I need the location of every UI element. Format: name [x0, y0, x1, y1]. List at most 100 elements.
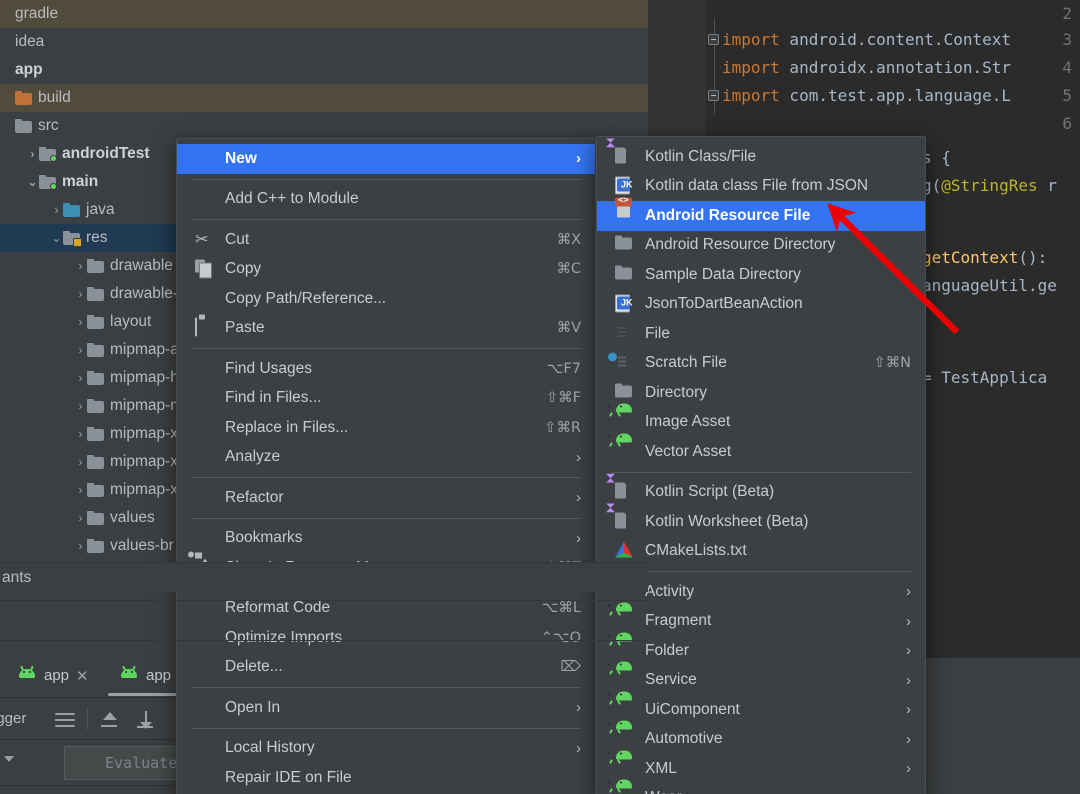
menu-item-replace-in-files[interactable]: Replace in Files... ⇧⌘R	[177, 413, 595, 443]
menu-item-copy[interactable]: Copy ⌘C	[177, 255, 595, 285]
context-menu[interactable]: New › Add C++ to Module ✂ Cut ⌘X Copy ⌘C Copy Pa…	[176, 138, 596, 794]
menu-item-analyze[interactable]: Analyze ›	[177, 443, 595, 473]
menu-item-fragment[interactable]: Fragment ›	[597, 604, 925, 637]
chevron-right-icon: ›	[576, 489, 581, 507]
tree-row[interactable]: idea	[0, 28, 648, 56]
android-icon	[608, 781, 634, 794]
menu-item-repair-ide-on-file[interactable]: Repair IDE on File	[177, 763, 595, 793]
menu-item-label: Kotlin Class/File	[645, 147, 757, 165]
chevron-right-icon[interactable]: ›	[26, 147, 39, 161]
menu-item-uicomponent[interactable]: UiComponent ›	[597, 693, 925, 725]
menu-item-open-in[interactable]: Open In ›	[177, 693, 595, 723]
menu-item-wear[interactable]: Wear›	[597, 781, 925, 794]
folder-icon	[15, 91, 32, 105]
menu-separator	[191, 517, 581, 519]
step-into-icon[interactable]	[133, 708, 159, 730]
menu-item-xml[interactable]: XML ›	[597, 752, 925, 784]
ide-window: gradle idea app build src › androidTest ⌄ main › j…	[0, 0, 1080, 794]
menu-item-android-resource-file[interactable]: <> Android Resource File	[597, 195, 925, 231]
menu-item-refactor[interactable]: Refactor ›	[177, 483, 595, 513]
menu-item-kotlin-script-beta[interactable]: Kotlin Script (Beta)	[597, 478, 925, 508]
chevron-right-icon[interactable]: ›	[74, 427, 87, 441]
menu-item-find-in-files[interactable]: Find in Files... ⇧⌘F	[177, 384, 595, 414]
menu-item-image-asset[interactable]: Image Asset	[597, 405, 925, 438]
code-line[interactable]: import android.content.Context	[722, 30, 1011, 49]
menu-item-label: Copy Path/Reference...	[225, 289, 387, 307]
new-submenu[interactable]: Kotlin Class/File JK Kotlin data class Fil…	[596, 136, 926, 794]
run-tab-app-2[interactable]: app	[107, 665, 184, 696]
menu-item-label: Vector Asset	[645, 442, 732, 460]
menu-item-label: File	[645, 324, 670, 342]
menu-item-directory[interactable]: Directory	[597, 378, 925, 408]
tree-row[interactable]: app	[0, 56, 648, 84]
folder-icon	[615, 383, 634, 402]
tree-row-label: main	[62, 173, 99, 190]
menu-item-cut[interactable]: ✂ Cut ⌘X	[177, 225, 595, 255]
code-line[interactable]: import androidx.annotation.Str	[722, 58, 1011, 77]
android-icon	[18, 665, 37, 685]
menu-item-bookmarks[interactable]: Bookmarks ›	[177, 524, 595, 554]
menu-item-vector-asset[interactable]: Vector Asset	[597, 435, 925, 467]
run-tab-app-1[interactable]: app ✕	[18, 665, 89, 685]
chevron-right-icon[interactable]: ›	[74, 315, 87, 329]
code-line[interactable]: import com.test.app.language.L	[722, 86, 1011, 105]
menu-item-shortcut: ⇧⌘N	[873, 355, 912, 372]
menu-item-delete[interactable]: Delete... ⌦	[177, 653, 595, 683]
menu-item-optimize-imports[interactable]: Optimize Imports ⌃⌥O	[177, 623, 595, 653]
menu-separator	[191, 348, 581, 349]
menu-item-service[interactable]: Service ›	[597, 663, 925, 696]
menu-item-scratch-file[interactable]: Scratch File ⇧⌘N	[597, 349, 925, 379]
chevron-right-icon[interactable]: ›	[74, 371, 87, 385]
tree-row[interactable]: build	[0, 84, 648, 112]
menu-item-sample-data-directory[interactable]: Sample Data Directory	[597, 260, 925, 290]
chevron-down-icon[interactable]: ⌄	[50, 231, 63, 245]
chevron-right-icon[interactable]: ›	[50, 203, 63, 217]
code-fold-icon[interactable]	[708, 34, 719, 45]
chevron-right-icon: ›	[906, 671, 911, 689]
menu-item-automotive[interactable]: Automotive ›	[597, 722, 925, 755]
menu-item-file[interactable]: File	[597, 319, 925, 349]
menu-item-local-history[interactable]: Local History ›	[177, 734, 595, 764]
chevron-down-icon[interactable]	[4, 756, 14, 762]
menu-item-label: Folder	[645, 641, 689, 659]
menu-burger-icon[interactable]	[52, 708, 78, 730]
chevron-right-icon[interactable]: ›	[74, 539, 87, 553]
chevron-right-icon[interactable]: ›	[74, 483, 87, 497]
file-icon	[615, 324, 634, 343]
chevron-right-icon[interactable]: ›	[74, 259, 87, 273]
android-icon	[120, 665, 139, 685]
menu-item-add-c-to-module[interactable]: Add C++ to Module	[177, 185, 595, 215]
menu-item-label: Find Usages	[225, 359, 313, 377]
menu-item-kotlin-class-file[interactable]: Kotlin Class/File	[597, 142, 925, 172]
chevron-right-icon[interactable]: ›	[74, 287, 87, 301]
menu-item-android-resource-directory[interactable]: Android Resource Directory	[597, 231, 925, 261]
menu-separator	[191, 219, 581, 220]
code-line[interactable]: g(@StringRes r	[922, 176, 1057, 195]
code-line[interactable]: getContext():	[922, 248, 1047, 267]
menu-item-label: Automotive	[645, 730, 723, 748]
chevron-down-icon[interactable]: ⌄	[26, 175, 39, 189]
close-icon[interactable]: ✕	[76, 667, 89, 685]
chevron-right-icon[interactable]: ›	[74, 343, 87, 357]
code-line[interactable]: = TestApplica	[922, 368, 1047, 387]
menu-item-reformat-code[interactable]: Reformat Code ⌥⌘L	[177, 594, 595, 624]
chevron-right-icon[interactable]: ›	[74, 399, 87, 413]
code-line[interactable]: s {	[922, 148, 951, 167]
chevron-right-icon[interactable]: ›	[74, 455, 87, 469]
menu-item-label: Optimize Imports	[225, 628, 343, 646]
chevron-right-icon[interactable]: ›	[74, 511, 87, 525]
tree-row[interactable]: gradle	[0, 0, 648, 28]
tree-partial-row[interactable]: ants	[0, 562, 648, 592]
menu-item-jsontodartbeanaction[interactable]: JK JsonToDartBeanAction	[597, 290, 925, 320]
step-out-icon[interactable]	[97, 708, 123, 730]
code-line[interactable]: anguageUtil.ge	[922, 276, 1057, 295]
code-fold-icon[interactable]	[708, 90, 719, 101]
menu-item-find-usages[interactable]: Find Usages ⌥F7	[177, 354, 595, 384]
menu-item-copy-path-reference[interactable]: Copy Path/Reference...	[177, 284, 595, 314]
menu-item-paste[interactable]: Paste ⌘V	[177, 314, 595, 344]
menu-item-kotlin-data-class-file-from-json[interactable]: JK Kotlin data class File from JSON	[597, 172, 925, 202]
menu-item-kotlin-worksheet-beta[interactable]: Kotlin Worksheet (Beta)	[597, 507, 925, 537]
menu-item-new[interactable]: New ›	[177, 144, 595, 174]
tree-row[interactable]: src	[0, 112, 648, 140]
menu-item-label: Cut	[225, 230, 250, 248]
